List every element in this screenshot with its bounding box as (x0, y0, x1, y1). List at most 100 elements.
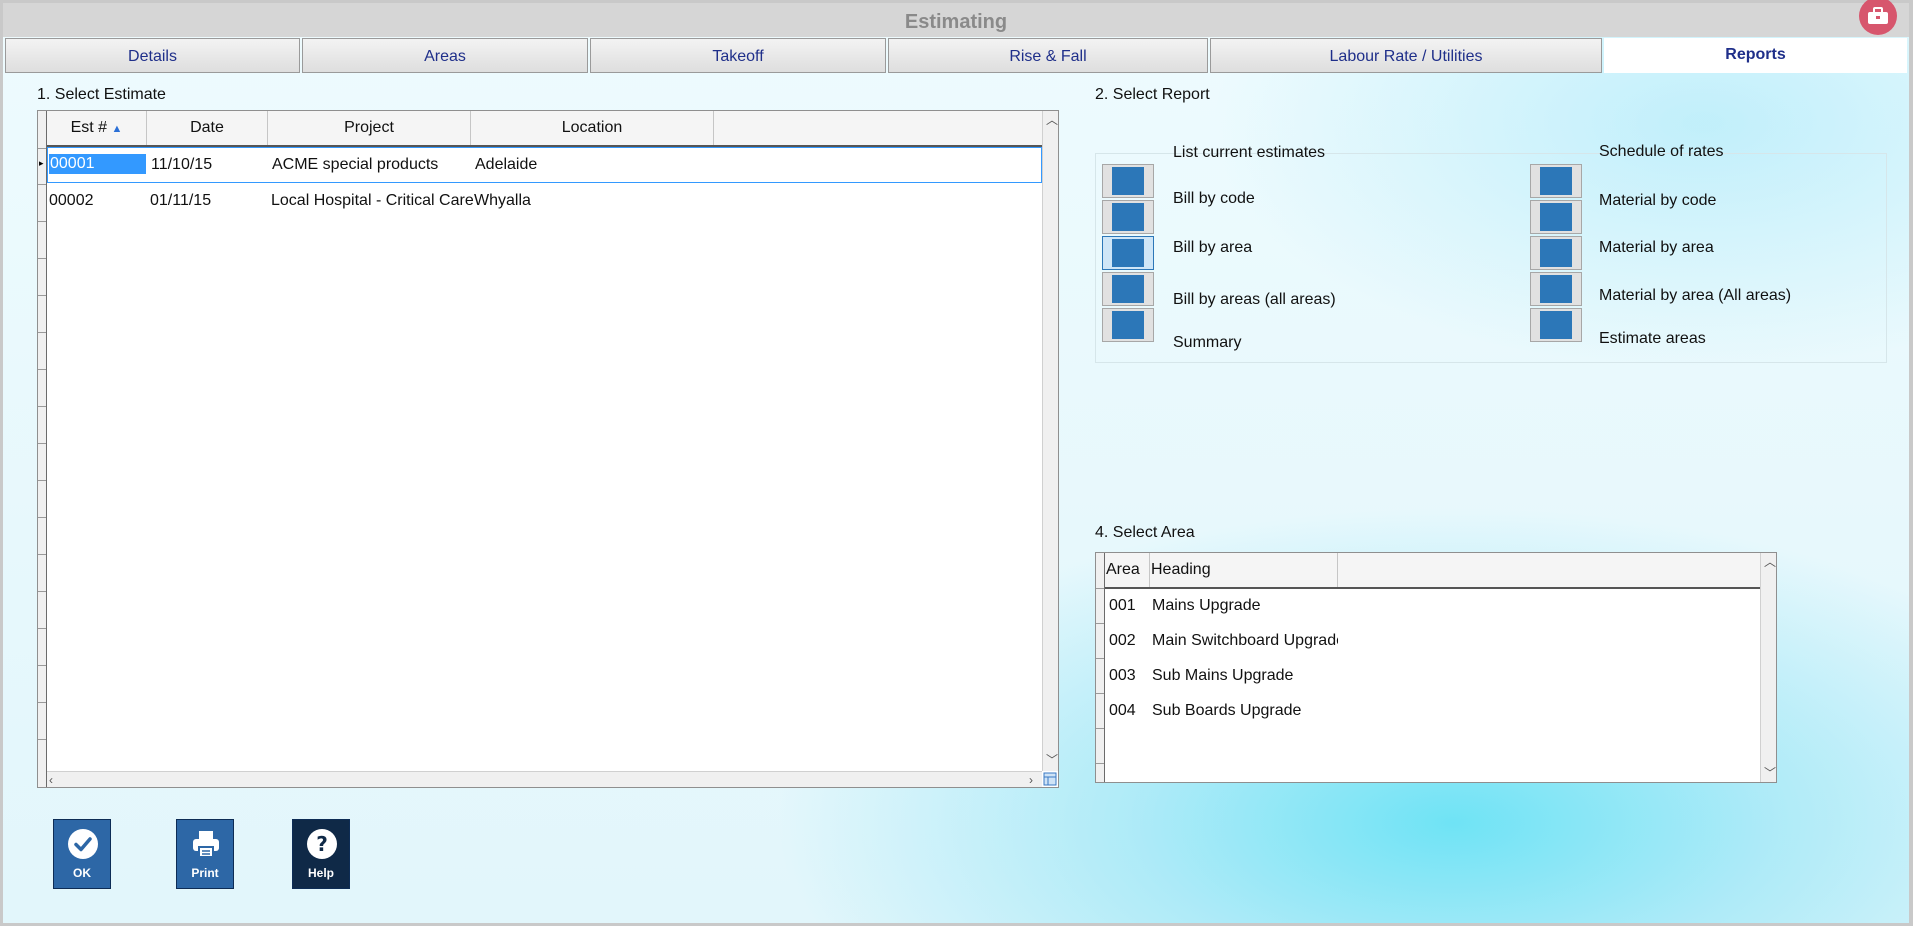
tab-reports[interactable]: Reports (1604, 38, 1907, 73)
window-title: Estimating (904, 11, 1008, 33)
scroll-right-icon[interactable]: › (1029, 773, 1033, 787)
areas-grid[interactable]: Area Heading 001 Mains Upgrade 002 Main … (1095, 552, 1777, 783)
column-header-area[interactable]: Area (1105, 553, 1150, 587)
summary-label: Summary (1173, 334, 1242, 351)
areas-header: Area Heading (1105, 553, 1760, 589)
list-item[interactable]: 001 Mains Upgrade (1105, 589, 1760, 623)
column-label: Location (561, 119, 623, 136)
report-button-face (1540, 239, 1572, 267)
report-button-face (1112, 275, 1144, 303)
report-options-group (1095, 153, 1887, 363)
estimates-vertical-scrollbar[interactable]: ︿ ﹀ (1042, 111, 1058, 771)
scroll-up-icon[interactable]: ︿ (1046, 113, 1058, 127)
material-by-code-label: Material by code (1599, 192, 1717, 209)
cell-heading[interactable]: Mains Upgrade (1152, 597, 1261, 615)
help-label: Help (307, 866, 334, 880)
column-label: Est # (70, 119, 108, 136)
material-by-area-all-button[interactable] (1530, 272, 1582, 306)
tab-label: Reports (1725, 46, 1786, 63)
bill-by-area-button[interactable] (1102, 236, 1154, 270)
cell-heading[interactable]: Sub Mains Upgrade (1152, 667, 1293, 685)
tab-details[interactable]: Details (5, 38, 300, 73)
material-by-area-label: Material by area (1599, 239, 1714, 256)
tab-takeoff[interactable]: Takeoff (590, 38, 886, 73)
bill-by-areas-all-label: Bill by areas (all areas) (1173, 291, 1336, 308)
estimate-areas-button[interactable] (1530, 308, 1582, 342)
report-button-face (1112, 311, 1144, 339)
column-header-location[interactable]: Location (471, 111, 714, 145)
estimate-areas-label: Estimate areas (1599, 330, 1706, 347)
bill-by-code-label: Bill by code (1173, 190, 1255, 207)
cell-est[interactable]: 00002 (49, 192, 94, 210)
estimates-grid[interactable]: ▸ Est # ▲ Date Project Location 00001 11… (37, 110, 1059, 788)
table-row[interactable]: 00002 01/11/15 Local Hospital - Critical… (47, 184, 1042, 220)
list-current-estimates-heading: List current estimates (1173, 144, 1326, 161)
report-button-face (1112, 203, 1144, 231)
print-button[interactable]: Print (176, 819, 234, 889)
cell-area[interactable]: 003 (1109, 667, 1136, 685)
scroll-left-icon[interactable]: ‹ (49, 773, 53, 787)
select-estimate-label: 1. Select Estimate (37, 86, 166, 103)
bill-by-code-button[interactable] (1102, 164, 1154, 198)
grid-options-icon[interactable] (1043, 772, 1057, 786)
schedule-of-rates-heading: Schedule of rates (1599, 143, 1724, 160)
material-by-code-alt-button[interactable] (1530, 200, 1582, 234)
column-header-est[interactable]: Est # ▲ (47, 111, 147, 145)
cell-area[interactable]: 001 (1109, 597, 1136, 615)
select-report-label: 2. Select Report (1095, 86, 1210, 103)
column-label: Project (344, 119, 394, 136)
cell-heading[interactable]: Sub Boards Upgrade (1152, 702, 1301, 720)
report-button-face (1540, 167, 1572, 195)
cell-area[interactable]: 004 (1109, 702, 1136, 720)
current-row-arrow-icon: ▸ (39, 158, 44, 168)
table-row[interactable]: 00001 11/10/15 ACME special products Ade… (47, 147, 1042, 183)
printer-icon (190, 828, 222, 860)
material-by-area-button[interactable] (1530, 236, 1582, 270)
column-header-date[interactable]: Date (147, 111, 268, 145)
bill-by-code-alt-button[interactable] (1102, 200, 1154, 234)
tab-labour-rate-utilities[interactable]: Labour Rate / Utilities (1210, 38, 1602, 73)
scroll-down-icon[interactable]: ﹀ (1764, 766, 1776, 780)
estimates-horizontal-scrollbar[interactable]: ‹ › (47, 771, 1042, 787)
cell-project[interactable]: Local Hospital - Critical Care (271, 192, 474, 210)
list-item[interactable]: 004 Sub Boards Upgrade (1105, 694, 1760, 728)
help-icon: ? (306, 828, 338, 860)
sort-ascending-icon: ▲ (111, 123, 123, 135)
cell-est[interactable]: 00001 (49, 154, 146, 174)
svg-text:?: ? (316, 832, 328, 856)
scroll-up-icon[interactable]: ︿ (1764, 555, 1776, 569)
estimates-header: Est # ▲ Date Project Location (47, 111, 1042, 147)
report-button-face (1112, 239, 1144, 267)
column-header-project[interactable]: Project (268, 111, 471, 145)
list-item[interactable]: 002 Main Switchboard Upgrade (1105, 624, 1760, 658)
estimating-window: Estimating Details Areas Takeoff Rise & … (3, 0, 1909, 923)
report-button-face (1112, 167, 1144, 195)
cell-location[interactable]: Adelaide (475, 156, 537, 174)
help-button[interactable]: ? Help (292, 819, 350, 889)
areas-vertical-scrollbar[interactable]: ︿ ﹀ (1760, 553, 1776, 782)
tab-rise-fall[interactable]: Rise & Fall (888, 38, 1208, 73)
scroll-down-icon[interactable]: ﹀ (1046, 753, 1058, 767)
column-label: Area (1106, 561, 1140, 578)
list-item[interactable]: 003 Sub Mains Upgrade (1105, 659, 1760, 693)
ok-button[interactable]: OK (53, 819, 111, 889)
cell-date[interactable]: 11/10/15 (151, 156, 212, 174)
cell-location[interactable]: Whyalla (474, 192, 531, 210)
tab-areas[interactable]: Areas (302, 38, 588, 73)
tab-strip: Details Areas Takeoff Rise & Fall Labour… (5, 38, 1907, 74)
tab-label: Details (128, 48, 177, 65)
cell-date[interactable]: 01/11/15 (150, 192, 211, 210)
select-area-label: 4. Select Area (1095, 524, 1195, 541)
ok-label: OK (73, 866, 91, 880)
title-bar: Estimating (3, 3, 1909, 37)
bill-by-area-label: Bill by area (1173, 239, 1253, 256)
tab-label: Labour Rate / Utilities (1329, 48, 1483, 65)
cell-area[interactable]: 002 (1109, 632, 1136, 650)
cell-project[interactable]: ACME special products (272, 156, 438, 174)
report-button-face (1540, 311, 1572, 339)
bill-by-areas-all-button[interactable] (1102, 272, 1154, 306)
column-header-heading[interactable]: Heading (1150, 553, 1338, 587)
cell-heading[interactable]: Main Switchboard Upgrade (1152, 632, 1338, 650)
material-by-code-button[interactable] (1530, 164, 1582, 198)
summary-button[interactable] (1102, 308, 1154, 342)
